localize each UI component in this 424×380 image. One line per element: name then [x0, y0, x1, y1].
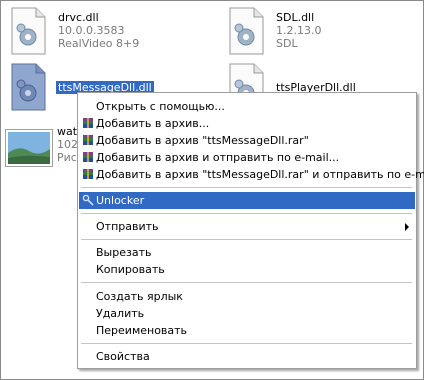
winrar-icon: [83, 135, 93, 145]
menu-item-cut[interactable]: Вырезать: [79, 244, 415, 261]
menu-item-add-to-archive[interactable]: Добавить в архив...: [79, 115, 415, 132]
menu-item-properties[interactable]: Свойства: [79, 348, 415, 365]
menu-item-label: Копировать: [96, 263, 165, 276]
dll-file-icon: [11, 63, 46, 111]
file-version: 10.0.0.3583: [58, 24, 125, 37]
menu-item-label: Вырезать: [96, 246, 152, 259]
file-item-sdl[interactable]: SDL.dll 1.2.13.0 SDL: [227, 7, 347, 57]
file-name: drvc.dll: [58, 11, 99, 24]
menu-item-label: Создать ярлык: [96, 290, 183, 303]
menu-item-delete[interactable]: Удалить: [79, 305, 415, 322]
winrar-icon: [83, 169, 93, 179]
menu-item-unlocker[interactable]: Unlocker: [79, 192, 415, 209]
menu-item-send-to[interactable]: Отправить: [79, 218, 415, 235]
menu-item-label: Добавить в архив и отправить по e-mail..…: [96, 151, 340, 164]
file-description: RealVideo 8+9: [58, 37, 140, 50]
menu-item-label: Добавить в архив "ttsMessageDll.rar" и о…: [96, 168, 424, 181]
winrar-icon: [83, 118, 93, 128]
menu-separator: [81, 213, 412, 214]
file-version: 1.2.13.0: [276, 24, 322, 37]
file-item-drvc[interactable]: drvc.dll 10.0.0.3583 RealVideo 8+9: [9, 7, 139, 57]
menu-item-label: Добавить в архив...: [96, 117, 210, 130]
image-thumbnail-icon: [5, 129, 53, 167]
menu-item-label: Переименовать: [96, 324, 188, 337]
explorer-window: drvc.dll 10.0.0.3583 RealVideo 8+9 SDL.d…: [0, 0, 424, 380]
menu-item-add-and-email[interactable]: Добавить в архив и отправить по e-mail..…: [79, 149, 415, 166]
menu-separator: [81, 239, 412, 240]
unlocker-wand-icon: [82, 194, 94, 206]
menu-item-label: Свойства: [96, 350, 150, 363]
menu-separator: [81, 282, 412, 283]
dll-file-icon: [229, 7, 264, 55]
menu-item-label: Открыть с помощью...: [96, 100, 225, 113]
dll-file-icon: [11, 7, 46, 55]
menu-item-label: Unlocker: [96, 194, 145, 207]
menu-item-rename[interactable]: Переименовать: [79, 322, 415, 339]
menu-separator: [81, 343, 412, 344]
menu-item-add-to-rar[interactable]: Добавить в архив "ttsMessageDll.rar": [79, 132, 415, 149]
file-name: SDL.dll: [276, 11, 315, 24]
menu-item-create-shortcut[interactable]: Создать ярлык: [79, 288, 415, 305]
submenu-arrow-icon: [405, 223, 409, 231]
menu-item-label: Удалить: [96, 307, 145, 320]
context-menu: Открыть с помощью... Добавить в архив...…: [77, 92, 424, 369]
menu-separator: [81, 187, 412, 188]
menu-item-label: Отправить: [96, 220, 159, 233]
menu-item-label: Добавить в архив "ttsMessageDll.rar": [96, 134, 309, 147]
menu-item-add-rar-and-email[interactable]: Добавить в архив "ttsMessageDll.rar" и о…: [79, 166, 424, 183]
file-description: SDL: [276, 37, 298, 50]
menu-item-copy[interactable]: Копировать: [79, 261, 415, 278]
winrar-icon: [83, 152, 93, 162]
menu-item-open-with[interactable]: Открыть с помощью...: [79, 98, 415, 115]
